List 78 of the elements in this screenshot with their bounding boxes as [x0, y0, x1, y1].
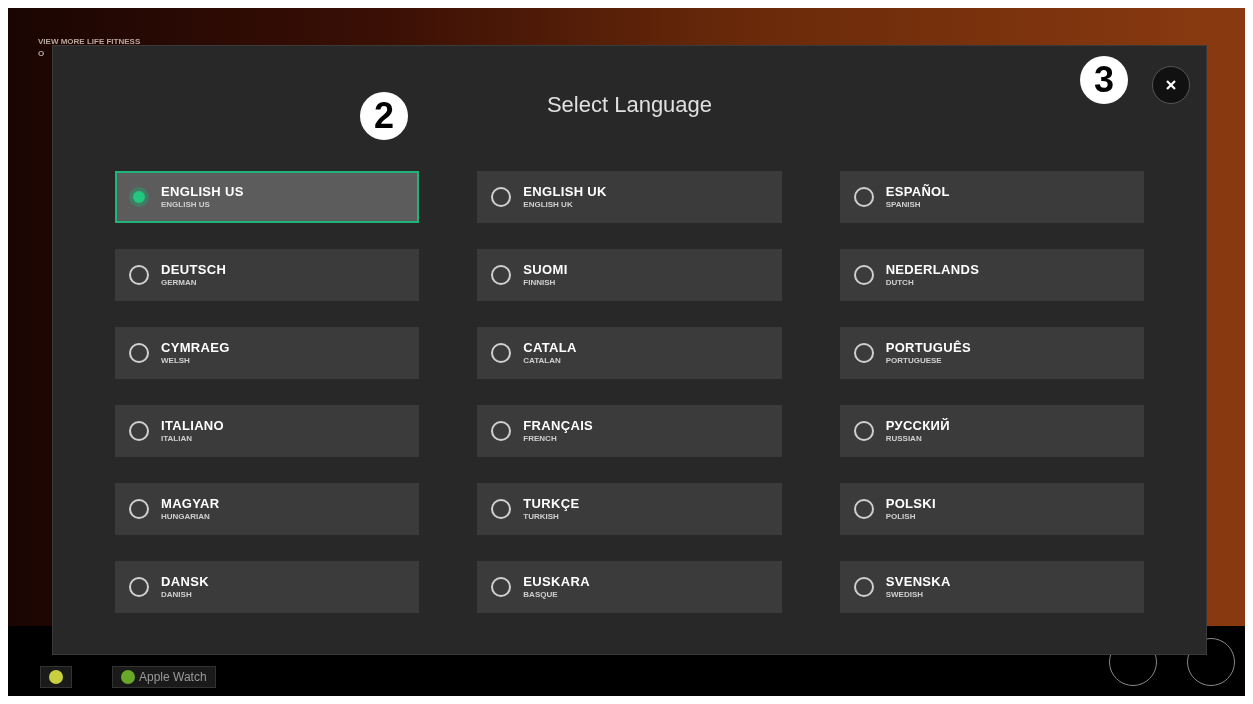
language-subtitle: ENGLISH US: [161, 201, 211, 209]
language-option[interactable]: ENGLISH UK ENGLISH UK: [477, 171, 782, 223]
language-option[interactable]: SVENSKA SWEDISH: [839, 561, 1144, 613]
language-option[interactable]: POLSKI POLISH: [839, 483, 1144, 535]
language-option[interactable]: ESPAÑOL SPANISH: [839, 171, 1144, 223]
language-name: ITALIANO: [161, 419, 225, 432]
radio-button[interactable]: [129, 187, 149, 207]
language-subtitle: TURKISH: [523, 513, 560, 521]
language-name: DEUTSCH: [161, 263, 227, 276]
radio-button[interactable]: [491, 577, 512, 597]
radio-button[interactable]: [129, 577, 149, 597]
language-name: ENGLISH UK: [523, 185, 607, 198]
dialog-title: Select Language: [546, 91, 713, 119]
language-option[interactable]: PORTUGUÊS PORTUGUESE: [839, 327, 1144, 379]
radio-button[interactable]: [853, 343, 874, 363]
language-subtitle: SPANISH: [885, 201, 922, 209]
language-name: DANSK: [161, 575, 209, 588]
language-option[interactable]: SUOMI FINNISH: [477, 249, 782, 301]
radio-button[interactable]: [853, 421, 874, 441]
language-option[interactable]: РУССКИЙ RUSSIAN: [839, 405, 1144, 457]
device-button[interactable]: Apple Watch: [112, 666, 216, 688]
language-name: MAGYAR: [161, 497, 220, 510]
language-option[interactable]: DEUTSCH GERMAN: [115, 249, 420, 301]
radio-button[interactable]: [853, 265, 874, 285]
radio-button[interactable]: [853, 577, 874, 597]
radio-button[interactable]: [853, 187, 874, 207]
language-option[interactable]: TURKÇE TURKISH: [477, 483, 782, 535]
language-subtitle: DUTCH: [885, 279, 915, 287]
language-option[interactable]: MAGYAR HUNGARIAN: [115, 483, 420, 535]
radio-button[interactable]: [491, 187, 512, 207]
language-subtitle: GERMAN: [161, 279, 198, 287]
language-subtitle: ENGLISH UK: [523, 201, 574, 209]
language-subtitle: CATALAN: [523, 357, 562, 365]
language-name: ESPAÑOL: [885, 185, 950, 198]
radio-button[interactable]: [853, 499, 874, 519]
language-name: РУССКИЙ: [885, 419, 950, 432]
language-option[interactable]: ENGLISH US ENGLISH US: [115, 171, 420, 223]
radio-button[interactable]: [129, 343, 149, 363]
language-subtitle: PORTUGUESE: [885, 357, 943, 365]
radio-button[interactable]: [491, 343, 512, 363]
radio-button[interactable]: [129, 421, 149, 441]
language-option[interactable]: EUSKARA BASQUE: [477, 561, 782, 613]
language-option[interactable]: CYMRAEG WELSH: [115, 327, 420, 379]
language-name: CATALA: [523, 341, 577, 354]
language-subtitle: ITALIAN: [161, 435, 193, 443]
language-name: NEDERLANDS: [885, 263, 980, 276]
language-subtitle: BASQUE: [523, 591, 559, 599]
language-subtitle: FINNISH: [523, 279, 557, 287]
language-subtitle: WELSH: [161, 357, 191, 365]
language-name: TURKÇE: [523, 497, 580, 510]
language-subtitle: DANISH: [161, 591, 193, 599]
device-button[interactable]: [40, 666, 72, 688]
language-option[interactable]: FRANÇAIS FRENCH: [477, 405, 782, 457]
language-name: POLSKI: [885, 497, 936, 510]
language-name: FRANÇAIS: [523, 419, 594, 432]
link-text[interactable]: VIEW MORE LIFE FITNESS: [38, 36, 141, 48]
language-subtitle: FRENCH: [523, 435, 558, 443]
language-name: SUOMI: [523, 263, 568, 276]
language-subtitle: SWEDISH: [885, 591, 924, 599]
close-button[interactable]: [1152, 66, 1190, 104]
radio-button[interactable]: [129, 265, 149, 285]
language-option[interactable]: DANSK DANISH: [115, 561, 420, 613]
radio-button[interactable]: [491, 421, 512, 441]
close-icon: [1165, 79, 1177, 91]
language-name: PORTUGUÊS: [885, 341, 971, 354]
language-name: EUSKARA: [523, 575, 590, 588]
radio-button[interactable]: [491, 265, 512, 285]
language-subtitle: RUSSIAN: [885, 435, 923, 443]
language-option[interactable]: NEDERLANDS DUTCH: [839, 249, 1144, 301]
language-subtitle: POLISH: [885, 513, 917, 521]
language-option[interactable]: ITALIANO ITALIAN: [115, 405, 420, 457]
language-name: SVENSKA: [885, 575, 951, 588]
language-option[interactable]: CATALA CATALAN: [477, 327, 782, 379]
language-name: ENGLISH US: [161, 185, 244, 198]
language-subtitle: HUNGARIAN: [161, 513, 211, 521]
radio-button[interactable]: [491, 499, 512, 519]
language-name: CYMRAEG: [161, 341, 230, 354]
radio-button[interactable]: [129, 499, 149, 519]
